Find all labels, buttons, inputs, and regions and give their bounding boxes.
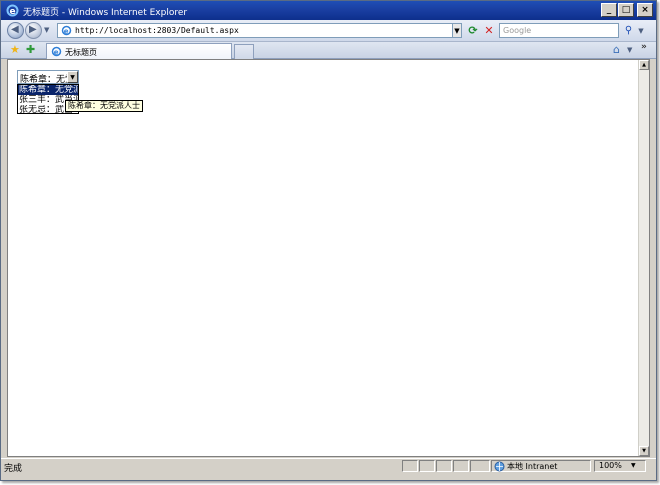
status-panel	[402, 460, 418, 472]
home-icon[interactable]: ⌂	[613, 43, 620, 56]
select-dropdown-icon[interactable]: ▼	[67, 71, 78, 83]
tab-bar: ★ ✚ e 无标题页 ⌂ ▼ »	[1, 42, 656, 59]
address-text[interactable]: http://localhost:2803/Default.aspx	[75, 26, 239, 35]
security-zone-label: 本地 Intranet	[507, 462, 558, 471]
address-toolbar: ◀ ▶ ▼ e http://localhost:2803/Default.as…	[1, 20, 656, 42]
option-tooltip: 陈希章：无党派人士	[65, 100, 143, 112]
close-button[interactable]: ×	[637, 3, 653, 17]
home-dropdown-icon[interactable]: ▼	[627, 46, 632, 54]
title-bar[interactable]: e 无标题页 - Windows Internet Explorer _ □ ×	[1, 1, 656, 20]
ie-page-icon: e	[51, 46, 62, 56]
forward-arrow-icon: ▶	[29, 24, 37, 35]
ie-page-icon: e	[61, 25, 72, 35]
search-icon[interactable]: ⚲	[622, 23, 635, 38]
zoom-dropdown-icon[interactable]: ▼	[631, 462, 636, 469]
status-bar: 完成 本地 Intranet 100% ▼	[1, 458, 656, 474]
status-text: 完成	[4, 464, 23, 474]
scroll-up-icon[interactable]: ▲	[639, 60, 649, 70]
recent-pages-dropdown-icon[interactable]: ▼	[44, 26, 49, 34]
svg-text:e: e	[64, 27, 69, 35]
status-panel	[453, 460, 469, 472]
more-tools-chevron-icon[interactable]: »	[641, 42, 647, 52]
address-dropdown-icon[interactable]: ▼	[452, 23, 462, 38]
select-option[interactable]: 陈希章：无党派	[18, 85, 78, 95]
refresh-icon[interactable]: ⟳	[466, 23, 480, 38]
tab-label: 无标题页	[65, 48, 97, 57]
status-panel	[436, 460, 452, 472]
new-tab-button[interactable]	[234, 44, 254, 59]
stop-icon[interactable]: ✕	[482, 23, 496, 38]
forward-button[interactable]: ▶	[25, 22, 42, 39]
tab-current-page[interactable]: e 无标题页	[46, 43, 232, 59]
svg-text:e: e	[10, 7, 16, 17]
status-panel	[470, 460, 490, 472]
zoom-level[interactable]: 100%	[599, 461, 622, 470]
scroll-down-icon[interactable]: ▼	[639, 446, 649, 456]
svg-text:e: e	[54, 48, 59, 56]
address-bar[interactable]: e http://localhost:2803/Default.aspx	[57, 23, 462, 38]
ie-logo-icon: e	[6, 4, 19, 17]
ie-window: e 无标题页 - Windows Internet Explorer _ □ ×…	[0, 0, 657, 481]
status-panel	[419, 460, 435, 472]
search-options-dropdown-icon[interactable]: ▼	[637, 23, 645, 38]
page-content: 陈希章：无党 ▼ 陈希章：无党派 张三丰：武当派 张无忌：武当 陈希章：无党派人…	[7, 59, 650, 457]
party-select[interactable]: 陈希章：无党 ▼	[17, 70, 79, 85]
search-placeholder[interactable]: Google	[503, 26, 531, 35]
back-button[interactable]: ◀	[7, 22, 24, 39]
minimize-button[interactable]: _	[601, 3, 617, 17]
favorites-star-icon[interactable]: ★	[10, 43, 20, 56]
maximize-button[interactable]: □	[618, 3, 634, 17]
window-controls: _ □ ×	[601, 3, 653, 18]
search-box[interactable]: Google	[499, 23, 619, 38]
window-title: 无标题页 - Windows Internet Explorer	[23, 8, 188, 18]
vertical-scrollbar[interactable]: ▲ ▼	[638, 60, 649, 456]
back-arrow-icon: ◀	[11, 24, 19, 35]
add-favorites-icon[interactable]: ✚	[26, 43, 35, 56]
intranet-globe-icon	[494, 461, 505, 472]
